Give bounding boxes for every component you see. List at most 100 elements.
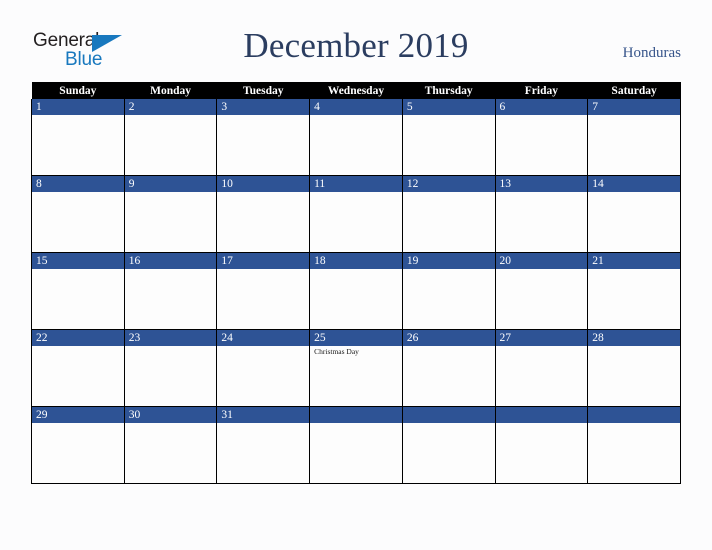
calendar-day-cell[interactable]: 27 (494, 329, 589, 407)
day-number: 14 (588, 176, 680, 192)
day-events (588, 269, 680, 270)
calendar-grid: Sunday Monday Tuesday Wednesday Thursday… (31, 82, 681, 484)
day-events (125, 346, 217, 347)
day-number: 8 (32, 176, 124, 192)
calendar-day-cell[interactable]: 9 (123, 175, 218, 253)
calendar-day-cell[interactable] (309, 406, 403, 484)
day-number (495, 407, 588, 423)
day-events (588, 423, 680, 424)
day-events (125, 269, 217, 270)
calendar-day-cell[interactable]: 14 (587, 175, 681, 253)
day-events (588, 115, 680, 116)
day-number (588, 407, 680, 423)
calendar-day-cell[interactable]: 18 (309, 252, 403, 330)
weekday-header-monday: Monday (124, 82, 217, 99)
day-events (125, 423, 217, 424)
calendar-day-cell[interactable]: 23 (123, 329, 218, 407)
calendar-day-cell[interactable]: 10 (216, 175, 311, 253)
calendar-day-cell[interactable]: 19 (401, 252, 496, 330)
day-number: 12 (402, 176, 495, 192)
calendar-week-row: 29 30 31 (31, 406, 681, 484)
weekday-header-friday: Friday (495, 82, 588, 99)
calendar-day-cell[interactable]: 17 (216, 252, 311, 330)
day-events (125, 192, 217, 193)
calendar-page: General Blue December 2019 Honduras Sund… (0, 0, 712, 550)
weekday-header-sunday: Sunday (31, 82, 125, 99)
calendar-day-cell[interactable] (587, 406, 681, 484)
weekday-header-wednesday: Wednesday (309, 82, 403, 99)
day-events (32, 423, 124, 424)
calendar-day-cell[interactable]: 3 (216, 99, 311, 176)
day-events (217, 192, 309, 193)
day-number: 18 (310, 253, 402, 269)
day-number: 10 (217, 176, 310, 192)
day-number: 4 (310, 99, 402, 115)
day-events (403, 423, 495, 424)
day-events (217, 269, 309, 270)
calendar-day-cell[interactable]: 15 (31, 252, 125, 330)
calendar-day-cell[interactable]: 6 (494, 99, 589, 176)
day-events (310, 269, 402, 270)
day-number: 27 (495, 330, 588, 346)
calendar-week-row: 8 9 10 11 12 13 14 (31, 175, 681, 253)
calendar-day-cell[interactable]: 16 (123, 252, 218, 330)
calendar-day-cell[interactable]: 31 (216, 406, 311, 484)
calendar-day-cell[interactable]: 4 (309, 99, 403, 176)
calendar-day-cell[interactable]: 21 (587, 252, 681, 330)
day-number: 19 (402, 253, 495, 269)
calendar-day-cell[interactable]: 25 Christmas Day (309, 329, 403, 407)
day-events (217, 115, 309, 116)
day-number: 22 (32, 330, 124, 346)
day-events (496, 346, 588, 347)
day-number: 26 (402, 330, 495, 346)
weekday-header-tuesday: Tuesday (216, 82, 310, 99)
calendar-day-cell[interactable] (494, 406, 589, 484)
day-number: 7 (588, 99, 680, 115)
day-events (403, 346, 495, 347)
day-events (32, 192, 124, 193)
calendar-day-cell[interactable]: 26 (401, 329, 496, 407)
weekday-header-thursday: Thursday (402, 82, 496, 99)
calendar-day-cell[interactable]: 22 (31, 329, 125, 407)
day-events (496, 192, 588, 193)
calendar-day-cell[interactable]: 12 (401, 175, 496, 253)
calendar-day-cell[interactable]: 13 (494, 175, 589, 253)
day-events (496, 115, 588, 116)
page-header: General Blue December 2019 Honduras (0, 0, 712, 80)
day-number: 15 (32, 253, 124, 269)
calendar-day-cell[interactable]: 24 (216, 329, 311, 407)
calendar-day-cell[interactable]: 28 (587, 329, 681, 407)
day-number: 20 (495, 253, 588, 269)
day-events (588, 192, 680, 193)
day-events (125, 115, 217, 116)
calendar-week-row: 1234567 (31, 99, 681, 176)
day-events (217, 423, 309, 424)
calendar-day-cell[interactable] (401, 406, 496, 484)
calendar-day-cell[interactable]: 5 (401, 99, 496, 176)
day-number: 31 (217, 407, 310, 423)
day-number: 21 (588, 253, 680, 269)
calendar-day-cell[interactable]: 30 (123, 406, 218, 484)
day-events (310, 192, 402, 193)
calendar-day-cell[interactable]: 20 (494, 252, 589, 330)
page-title: December 2019 (243, 26, 469, 65)
day-number: 13 (495, 176, 588, 192)
day-number (310, 407, 402, 423)
day-number: 24 (217, 330, 310, 346)
calendar-day-cell[interactable]: 29 (31, 406, 125, 484)
country-label: Honduras (622, 45, 681, 61)
day-number: 30 (124, 407, 217, 423)
calendar-week-row: 15 16 17 18 19 20 21 (31, 252, 681, 330)
weekday-header-saturday: Saturday (587, 82, 681, 99)
calendar-day-cell[interactable]: 8 (31, 175, 125, 253)
day-number: 29 (32, 407, 124, 423)
calendar-body: 1 2 3 4 5 6 7 8 9 10 11 12 13 14 15 16 17 18 19 20 21 22 23 24 2… (31, 99, 681, 484)
calendar-day-cell[interactable]: 7 (587, 99, 681, 176)
day-events (496, 269, 588, 270)
day-events: Christmas Day (310, 346, 402, 357)
day-events (32, 269, 124, 270)
calendar-day-cell[interactable]: 1 (31, 99, 125, 176)
day-number: 28 (588, 330, 680, 346)
calendar-day-cell[interactable]: 2 (123, 99, 218, 176)
calendar-day-cell[interactable]: 11 (309, 175, 403, 253)
